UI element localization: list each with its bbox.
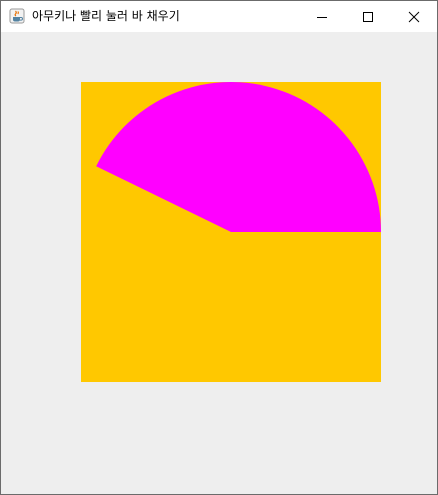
minimize-button[interactable] <box>299 1 345 32</box>
fill-bar-panel[interactable] <box>81 82 381 382</box>
close-button[interactable] <box>391 1 437 32</box>
close-icon <box>408 11 420 23</box>
app-window: 아무키나 빨리 눌러 바 채우기 <box>0 0 438 495</box>
minimize-icon <box>317 17 327 18</box>
java-cup-icon <box>9 8 25 24</box>
maximize-button[interactable] <box>345 1 391 32</box>
content-pane <box>1 32 437 494</box>
maximize-icon <box>363 12 373 22</box>
window-title: 아무키나 빨리 눌러 바 채우기 <box>32 9 180 23</box>
title-bar[interactable]: 아무키나 빨리 눌러 바 채우기 <box>1 1 437 32</box>
